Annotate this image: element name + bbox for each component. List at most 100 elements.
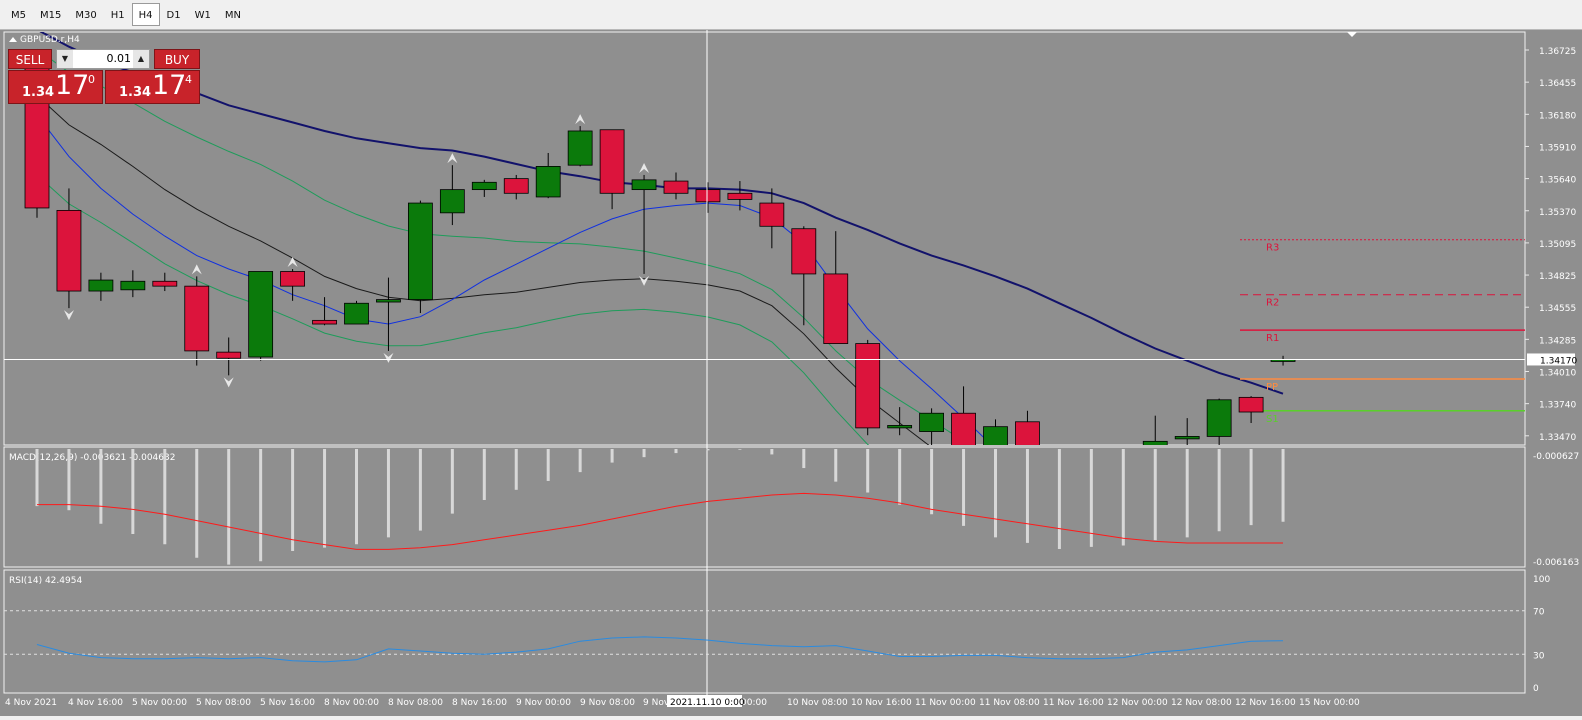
- candle-body: [216, 351, 242, 359]
- lot-increase-arrow-icon[interactable]: ▲: [133, 50, 149, 68]
- time-axis-label: 5 Nov 00:00: [132, 698, 187, 708]
- candle-body: [471, 181, 497, 191]
- time-axis-label: 12 Nov 00:00: [1107, 698, 1168, 708]
- timeframe-toolbar: M5 M15 M30 H1 H4 D1 W1 MN: [0, 0, 1582, 30]
- chart-pane-frame-1: [3, 31, 1526, 446]
- candle-body: [184, 285, 210, 352]
- chart-canvas[interactable]: R3 R2 R1 PP S1 GBPUSD.r,H4 MACD(12,26,9) -0.0…: [0, 30, 1582, 716]
- candle-body: [759, 202, 785, 227]
- candle-body: [983, 426, 1008, 445]
- sell-price-fraction: 0: [88, 73, 95, 86]
- candle-body: [1174, 436, 1200, 440]
- lot-size-field[interactable]: ▼ 0.01 ▲: [56, 49, 150, 69]
- time-axis-label: 8 Nov 00:00: [324, 698, 379, 708]
- pivot-label-pp: PP: [1266, 382, 1278, 393]
- current-price-tag-label: 1.34170: [1540, 356, 1577, 366]
- candle-body: [567, 130, 593, 166]
- time-axis-label: 4 Nov 2021: [5, 698, 57, 708]
- candle-body: [1238, 396, 1264, 413]
- price-axis-tick-label: 1.36180: [1539, 111, 1576, 121]
- pivot-label-s1: S1: [1266, 414, 1279, 425]
- time-axis-label: 15 Nov 00:00: [1299, 698, 1360, 708]
- candle-body: [439, 189, 465, 214]
- price-axis-tick-label: 1.35640: [1539, 176, 1576, 186]
- time-axis-label: 10 Nov 08:00: [787, 698, 848, 708]
- time-axis-label: 5 Nov 08:00: [196, 698, 251, 708]
- price-axis-tick-label: 1.35370: [1539, 208, 1576, 218]
- candle-body: [823, 273, 849, 344]
- lot-size-value[interactable]: 0.01: [75, 50, 132, 68]
- symbol-label: GBPUSD.r,H4: [20, 35, 80, 45]
- timeframe-button-m30[interactable]: M30: [68, 3, 103, 26]
- macd-label: MACD(12,26,9) -0.003621 -0.004632: [9, 453, 175, 463]
- buy-price-prefix: 1.34: [119, 85, 152, 100]
- candle-body: [535, 166, 561, 198]
- chart-window[interactable]: R3 R2 R1 PP S1 GBPUSD.r,H4 MACD(12,26,9) -0.0…: [0, 30, 1582, 716]
- candle-body: [280, 271, 306, 287]
- pivot-label-r1: R1: [1266, 333, 1279, 344]
- buy-button[interactable]: BUY: [154, 49, 200, 69]
- candle-body: [407, 202, 433, 300]
- time-axis-label: 9 Nov 00:00: [516, 698, 571, 708]
- time-axis-label: 11 Nov 08:00: [979, 698, 1040, 708]
- chart-pane-frame-3: [3, 569, 1526, 694]
- candle-body: [631, 179, 657, 191]
- candle-body: [791, 228, 817, 275]
- candle-body: [599, 129, 625, 194]
- candle-body: [376, 299, 401, 303]
- candle-body: [503, 178, 529, 194]
- buy-price-fraction: 4: [185, 73, 192, 86]
- price-axis-tick-label: 1.34555: [1539, 304, 1576, 314]
- rsi-label: RSI(14) 42.4954: [9, 576, 82, 586]
- timeframe-button-m15[interactable]: M15: [33, 3, 68, 26]
- sell-button[interactable]: SELL: [8, 49, 52, 69]
- candle-body: [951, 412, 976, 445]
- buy-price-pips: 17: [152, 70, 187, 101]
- price-axis-tick-label: 1.34010: [1539, 369, 1576, 379]
- candle-body: [88, 279, 114, 292]
- timeframe-buttons: M5 M15 M30 H1 H4 D1 W1 MN: [4, 3, 248, 26]
- rsi-axis-label: 0: [1533, 684, 1539, 694]
- timeframe-button-h4[interactable]: H4: [131, 3, 160, 26]
- price-axis-tick-label: 1.33470: [1539, 433, 1576, 443]
- sell-price-box[interactable]: 1.34 17 0: [8, 70, 103, 104]
- time-axis-label: 5 Nov 16:00: [260, 698, 315, 708]
- candle-body: [695, 189, 721, 203]
- chart-pane-frame-2: [3, 446, 1526, 568]
- candle-body: [344, 302, 369, 325]
- price-axis-tick-label: 1.34825: [1539, 272, 1576, 282]
- pivot-label-r3: R3: [1266, 243, 1279, 254]
- timeframe-button-h1[interactable]: H1: [104, 3, 132, 26]
- candle-body: [1206, 399, 1232, 437]
- timeframe-button-mn[interactable]: MN: [218, 3, 248, 26]
- timeframe-button-w1[interactable]: W1: [188, 3, 218, 26]
- time-axis-label: 11 Nov 16:00: [1043, 698, 1104, 708]
- lot-decrease-arrow-icon[interactable]: ▼: [57, 50, 73, 68]
- price-axis-tick-label: 1.35095: [1539, 240, 1576, 250]
- rsi-axis-label: 30: [1533, 651, 1545, 661]
- rsi-axis-label: 70: [1533, 608, 1545, 618]
- macd-axis-top-label: -0.000627: [1533, 452, 1579, 462]
- buy-price-box[interactable]: 1.34 17 4: [105, 70, 200, 104]
- pivot-label-r2: R2: [1266, 298, 1279, 309]
- timeframe-button-m5[interactable]: M5: [4, 3, 33, 26]
- crosshair-time-label: 2021.11.10 0:00: [670, 698, 745, 708]
- candle-body: [120, 280, 146, 291]
- time-axis-label: 9 Nov: [643, 698, 670, 708]
- candle-body: [248, 271, 274, 358]
- candle-body: [855, 343, 881, 429]
- candle-body: [727, 192, 753, 200]
- sell-price-pips: 17: [55, 70, 90, 101]
- price-axis-tick-label: 1.33740: [1539, 401, 1576, 411]
- candle-body: [887, 425, 913, 429]
- price-axis-tick-label: 1.35910: [1539, 143, 1576, 153]
- rsi-axis-label: 100: [1533, 575, 1550, 585]
- candle-body: [312, 319, 337, 325]
- time-axis-label: 8 Nov 08:00: [388, 698, 443, 708]
- timeframe-button-d1[interactable]: D1: [160, 3, 188, 26]
- candle-body: [152, 280, 178, 287]
- macd-axis-bottom-label: -0.006163: [1533, 558, 1579, 568]
- time-axis-label: 10 Nov 16:00: [851, 698, 912, 708]
- time-axis-label: 11 Nov 00:00: [915, 698, 976, 708]
- time-axis-label: 4 Nov 16:00: [68, 698, 123, 708]
